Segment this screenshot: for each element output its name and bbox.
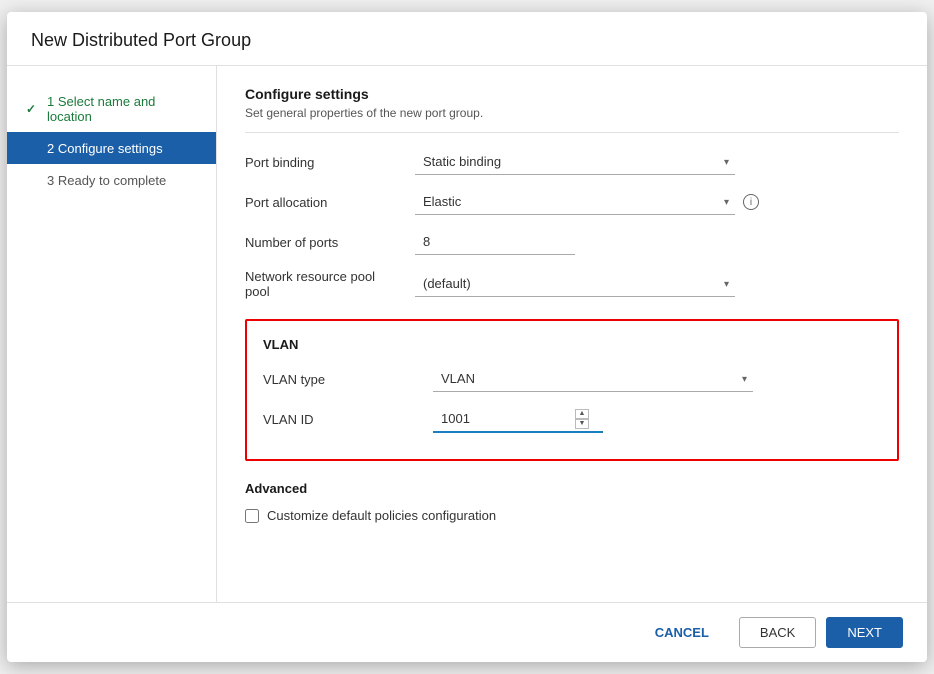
- step1-check-icon: ✓: [23, 101, 39, 117]
- vlan-id-row: VLAN ID ▲ ▼: [263, 406, 881, 433]
- sidebar-item-step1[interactable]: ✓ 1 Select name and location: [7, 86, 216, 132]
- dialog-title: New Distributed Port Group: [7, 12, 927, 66]
- dialog-body: ✓ 1 Select name and location 2 Configure…: [7, 66, 927, 602]
- vlan-type-control: VLAN None VLAN Trunking Private VLAN ▾: [433, 366, 753, 392]
- dialog-footer: CANCEL BACK NEXT: [7, 602, 927, 662]
- network-resource-pool-label: Network resource pool pool: [245, 269, 415, 299]
- customize-policies-label[interactable]: Customize default policies configuration: [267, 508, 496, 523]
- vlan-type-label: VLAN type: [263, 372, 433, 387]
- port-binding-control: Static binding Dynamic binding No bindin…: [415, 149, 735, 175]
- sidebar-step1-label: 1 Select name and location: [47, 94, 200, 124]
- customize-policies-row: Customize default policies configuration: [245, 508, 899, 523]
- vlan-section: VLAN VLAN type VLAN None VLAN Trunking P…: [245, 319, 899, 461]
- network-resource-pool-select[interactable]: (default): [415, 271, 735, 297]
- network-resource-pool-control: (default) ▾: [415, 271, 735, 297]
- vlan-id-increment-button[interactable]: ▲: [575, 409, 589, 419]
- number-of-ports-control: [415, 229, 735, 255]
- advanced-section: Advanced Customize default policies conf…: [245, 481, 899, 523]
- section-title: Configure settings: [245, 86, 899, 102]
- cancel-button[interactable]: CANCEL: [635, 618, 729, 647]
- sidebar-item-step3[interactable]: 3 Ready to complete: [7, 164, 216, 196]
- next-button[interactable]: NEXT: [826, 617, 903, 648]
- port-allocation-row: Port allocation Elastic Fixed ▾ i: [245, 189, 899, 215]
- sidebar-step3-label: 3 Ready to complete: [47, 173, 166, 188]
- vlan-id-decrement-button[interactable]: ▼: [575, 419, 589, 429]
- port-allocation-label: Port allocation: [245, 195, 415, 210]
- new-distributed-port-group-dialog: New Distributed Port Group ✓ 1 Select na…: [7, 12, 927, 662]
- vlan-id-control: ▲ ▼: [433, 406, 603, 433]
- vlan-id-label: VLAN ID: [263, 412, 433, 427]
- sidebar-step2-label: 2 Configure settings: [47, 141, 163, 156]
- number-of-ports-label: Number of ports: [245, 235, 415, 250]
- vlan-id-spinner: ▲ ▼: [575, 409, 589, 429]
- port-binding-row: Port binding Static binding Dynamic bind…: [245, 149, 899, 175]
- port-binding-select[interactable]: Static binding Dynamic binding No bindin…: [415, 149, 735, 175]
- port-allocation-info-icon[interactable]: i: [743, 194, 759, 210]
- vlan-type-select[interactable]: VLAN None VLAN Trunking Private VLAN: [433, 366, 753, 392]
- customize-policies-checkbox[interactable]: [245, 509, 259, 523]
- step2-icon: [23, 140, 39, 156]
- step3-icon: [23, 172, 39, 188]
- sidebar: ✓ 1 Select name and location 2 Configure…: [7, 66, 217, 602]
- port-allocation-control: Elastic Fixed ▾: [415, 189, 735, 215]
- advanced-section-title: Advanced: [245, 481, 899, 496]
- main-content: Configure settings Set general propertie…: [217, 66, 927, 602]
- general-settings-section: Port binding Static binding Dynamic bind…: [245, 149, 899, 299]
- port-allocation-select[interactable]: Elastic Fixed: [415, 189, 735, 215]
- back-button[interactable]: BACK: [739, 617, 816, 648]
- sidebar-item-step2[interactable]: 2 Configure settings: [7, 132, 216, 164]
- number-of-ports-input[interactable]: [415, 229, 575, 255]
- vlan-section-title: VLAN: [263, 337, 881, 352]
- port-binding-label: Port binding: [245, 155, 415, 170]
- number-of-ports-row: Number of ports: [245, 229, 899, 255]
- network-resource-pool-row: Network resource pool pool (default) ▾: [245, 269, 899, 299]
- vlan-id-input[interactable]: [433, 406, 573, 431]
- vlan-type-row: VLAN type VLAN None VLAN Trunking Privat…: [263, 366, 881, 392]
- section-desc: Set general properties of the new port g…: [245, 106, 899, 133]
